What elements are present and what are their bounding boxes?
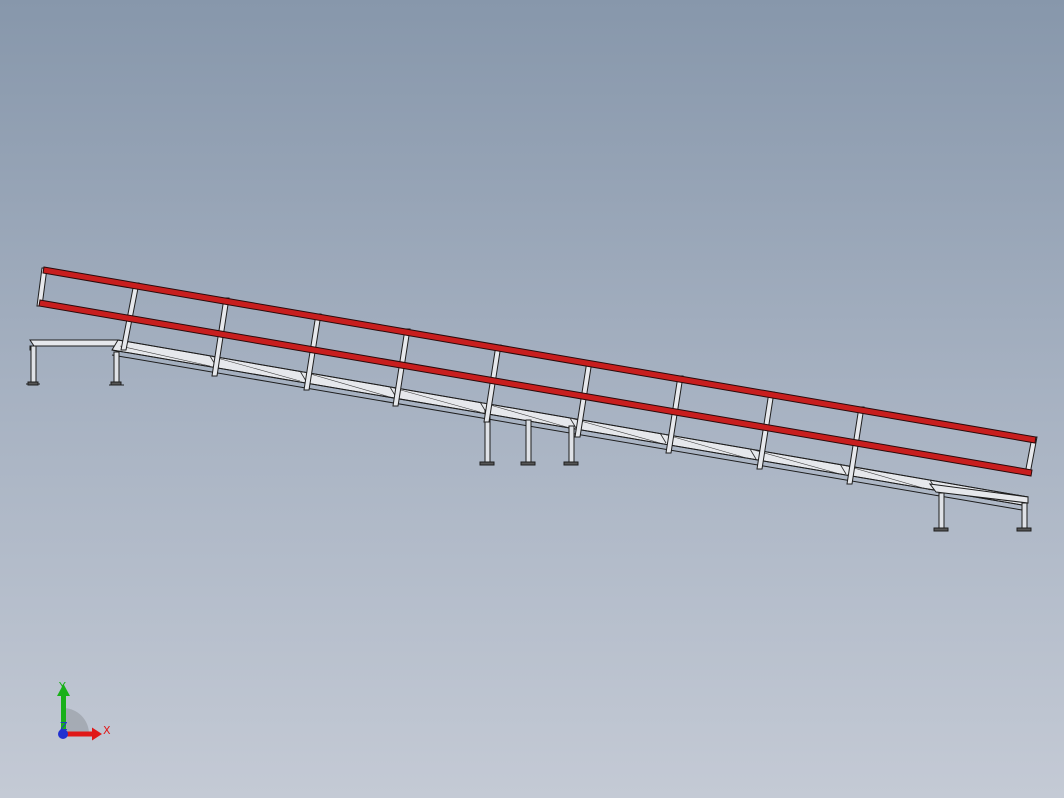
x-axis-label: X: [103, 724, 111, 737]
ramp-deck-surface: [111, 339, 1029, 506]
handrails: [38, 266, 1037, 477]
mid-handrail: [38, 299, 1033, 477]
y-axis-label: Y: [58, 680, 66, 693]
leg-left-1: [26, 345, 40, 386]
ramp-model[interactable]: [0, 0, 1064, 798]
graphics-viewport[interactable]: Y X Z: [0, 0, 1064, 798]
leg-right-1: [933, 492, 949, 532]
z-axis-label: Z: [60, 720, 68, 733]
left-landing-frame: [29, 339, 123, 347]
right-landing-frame: [928, 483, 1029, 504]
coordinate-triad: Y X Z: [57, 680, 111, 741]
support-legs: [26, 345, 1032, 532]
leg-right-2: [1016, 502, 1032, 532]
